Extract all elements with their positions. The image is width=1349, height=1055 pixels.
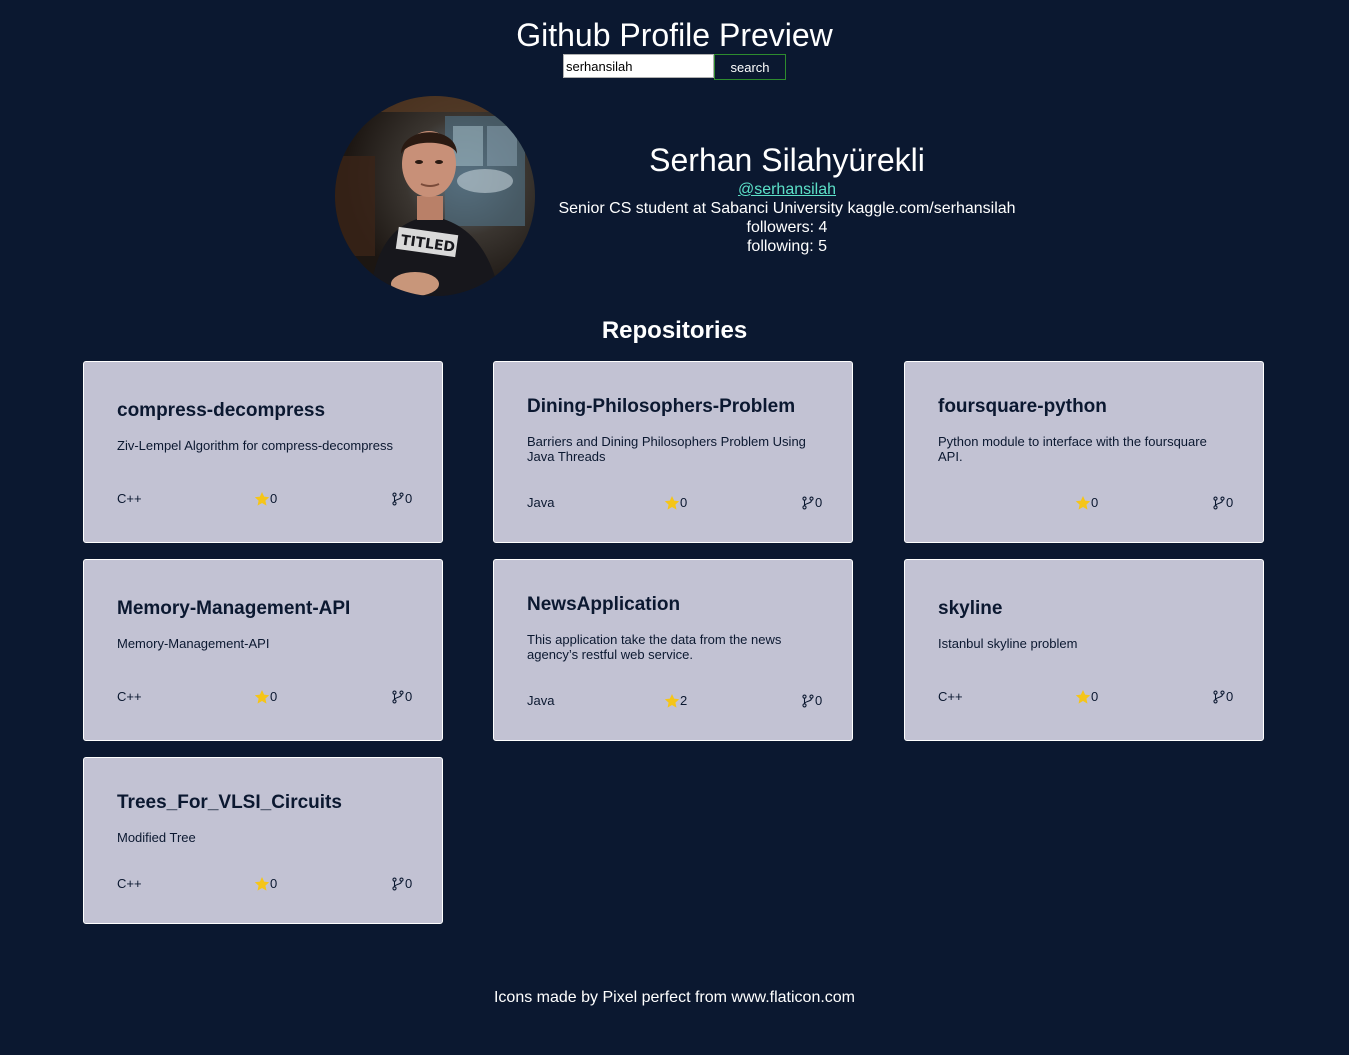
repositories-title: Repositories [601, 317, 748, 344]
profile-followers: followers: 4 [746, 219, 828, 236]
repo-description: Modified Tree [117, 830, 196, 845]
repo-fork-count: 0 [815, 495, 823, 510]
repo-star-count: 2 [680, 693, 688, 708]
repo-stars: 0 [254, 876, 277, 892]
fork-icon [391, 877, 405, 891]
repo-star-count: 0 [1091, 689, 1099, 704]
profile-following: following: 5 [746, 238, 828, 255]
repo-stars: 0 [254, 689, 277, 705]
repo-stars: 2 [664, 693, 687, 709]
profile-info: Serhan Silahyürekli @serhansilah Senior … [545, 140, 1029, 256]
repo-forks: 0 [391, 491, 412, 507]
fork-icon [801, 496, 815, 510]
avatar-image: TITLED [335, 96, 535, 296]
repo-language: Java [527, 495, 555, 510]
repo-name[interactable]: skyline [938, 597, 1002, 621]
star-icon [1075, 689, 1091, 705]
star-icon [664, 495, 680, 511]
repo-language: Java [527, 693, 555, 708]
repo-star-count: 0 [1091, 495, 1099, 510]
repo-card[interactable]: compress-decompress Ziv-Lempel Algorithm… [83, 361, 443, 543]
footer-attribution: Icons made by Pixel perfect from www.fla… [493, 989, 856, 1006]
repo-forks: 0 [801, 693, 822, 709]
repo-forks: 0 [1212, 495, 1233, 511]
fork-icon [391, 690, 405, 704]
search-form: search [563, 54, 786, 80]
repo-description: Ziv-Lempel Algorithm for compress-decomp… [117, 438, 393, 453]
repo-star-count: 0 [270, 491, 278, 506]
repo-fork-count: 0 [405, 491, 413, 506]
repo-card[interactable]: Dining-Philosophers-Problem Barriers and… [493, 361, 853, 543]
search-input[interactable] [563, 54, 714, 78]
profile-handle-link[interactable]: @serhansilah [545, 180, 1029, 199]
repo-language: C++ [117, 689, 142, 704]
repo-forks: 0 [391, 689, 412, 705]
page: Github Profile Preview search [0, 0, 1349, 1055]
repo-stars: 0 [254, 491, 277, 507]
repo-name[interactable]: Memory-Management-API [117, 597, 350, 621]
repo-star-count: 0 [270, 876, 278, 891]
repo-forks: 0 [1212, 689, 1233, 705]
repo-fork-count: 0 [405, 689, 413, 704]
fork-icon [1212, 690, 1226, 704]
fork-icon [391, 492, 405, 506]
avatar: TITLED [335, 96, 535, 296]
star-icon [1075, 495, 1091, 511]
fork-icon [1212, 496, 1226, 510]
repo-forks: 0 [391, 876, 412, 892]
repo-stars: 0 [1075, 495, 1098, 511]
repo-card[interactable]: NewsApplication This application take th… [493, 559, 853, 741]
star-icon [254, 876, 270, 892]
repo-card[interactable]: foursquare-python Python module to inter… [904, 361, 1264, 543]
repo-stars: 0 [664, 495, 687, 511]
repo-star-count: 0 [270, 689, 278, 704]
repo-name[interactable]: Trees_For_VLSI_Circuits [117, 791, 342, 815]
repo-fork-count: 0 [1226, 689, 1234, 704]
star-icon [664, 693, 680, 709]
repo-description: Istanbul skyline problem [938, 636, 1078, 651]
repo-star-count: 0 [680, 495, 688, 510]
repo-stars: 0 [1075, 689, 1098, 705]
repo-description: This application take the data from the … [527, 632, 782, 662]
repo-fork-count: 0 [405, 876, 413, 891]
repo-card[interactable]: skyline Istanbul skyline problem C++ 0 0 [904, 559, 1264, 741]
profile-name: Serhan Silahyürekli [649, 142, 925, 178]
repo-name[interactable]: foursquare-python [938, 395, 1107, 419]
star-icon [254, 491, 270, 507]
page-title: Github Profile Preview [516, 17, 833, 53]
repo-language: C++ [117, 491, 142, 506]
profile-section: TITLED Serhan Silahyürekli @serhansilah … [0, 96, 1349, 296]
star-icon [254, 689, 270, 705]
repo-card[interactable]: Trees_For_VLSI_Circuits Modified Tree C+… [83, 757, 443, 924]
search-button[interactable]: search [714, 54, 786, 80]
repo-description: Memory-Management-API [117, 636, 270, 651]
repo-fork-count: 0 [1226, 495, 1234, 510]
fork-icon [801, 694, 815, 708]
profile-bio: Senior CS student at Sabanci University … [558, 200, 1016, 217]
repo-language: C++ [117, 876, 142, 891]
repo-name[interactable]: compress-decompress [117, 399, 325, 423]
repo-language: C++ [938, 689, 963, 704]
repo-card[interactable]: Memory-Management-API Memory-Management-… [83, 559, 443, 741]
repo-fork-count: 0 [815, 693, 823, 708]
repo-forks: 0 [801, 495, 822, 511]
repo-description: Python module to interface with the four… [938, 434, 1207, 464]
repo-name[interactable]: NewsApplication [527, 593, 680, 617]
repo-name[interactable]: Dining-Philosophers-Problem [527, 395, 795, 419]
repo-description: Barriers and Dining Philosophers Problem… [527, 434, 806, 464]
